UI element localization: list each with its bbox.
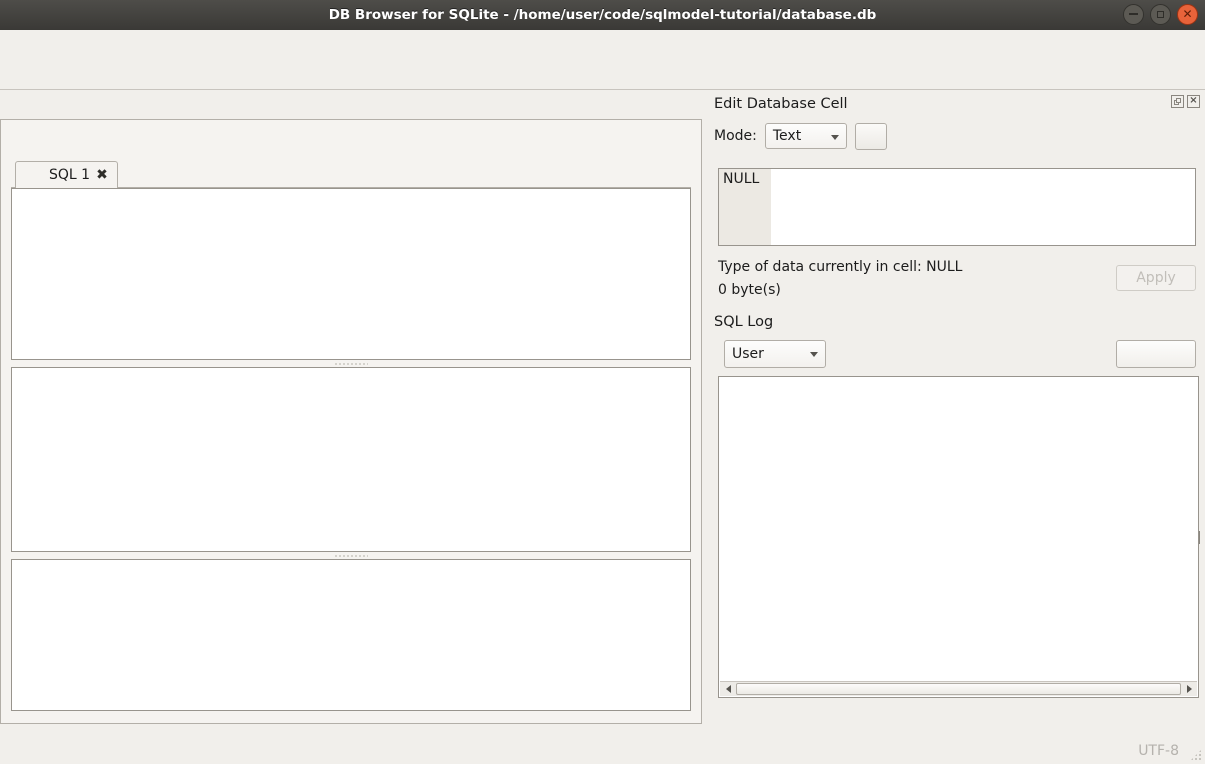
scroll-left-icon[interactable] bbox=[720, 682, 736, 696]
menubar bbox=[0, 30, 1205, 54]
close-dock-icon[interactable]: × bbox=[1187, 95, 1200, 108]
editor-results-splitter[interactable] bbox=[11, 360, 691, 367]
maximize-button[interactable] bbox=[1150, 4, 1171, 25]
sql-editor[interactable] bbox=[11, 188, 691, 360]
mode-combobox[interactable]: Text bbox=[765, 123, 847, 149]
edit-cell-dock-title: Edit Database Cell × bbox=[706, 90, 1205, 114]
sql-editor-tabbar: SQL 1 ✖ bbox=[11, 158, 691, 188]
sql-log-view[interactable] bbox=[718, 376, 1199, 698]
window-title: DB Browser for SQLite - /home/user/code/… bbox=[0, 0, 1205, 30]
results-message-splitter[interactable] bbox=[11, 552, 691, 559]
close-sql-tab-icon[interactable]: ✖ bbox=[96, 168, 108, 182]
sql-log-dock-title: SQL Log × bbox=[706, 308, 1205, 332]
right-dock: Edit Database Cell × Mode: Text NULL Typ… bbox=[706, 90, 1205, 740]
log-horizontal-scrollbar[interactable] bbox=[720, 681, 1197, 696]
scrollbar-thumb[interactable] bbox=[736, 683, 1181, 695]
cell-null-value: NULL bbox=[719, 169, 771, 245]
titlebar[interactable]: DB Browser for SQLite - /home/user/code/… bbox=[0, 0, 1205, 30]
dock-tabs bbox=[706, 708, 708, 735]
float-dock-icon[interactable] bbox=[1171, 95, 1184, 108]
apply-button[interactable]: Apply bbox=[1116, 265, 1196, 291]
db-browser-window: DB Browser for SQLite - /home/user/code/… bbox=[0, 0, 1205, 764]
encoding-indicator[interactable]: UTF-8 bbox=[1138, 743, 1179, 759]
submitter-combobox[interactable]: User bbox=[724, 340, 826, 368]
execute-sql-pane: SQL 1 ✖ bbox=[0, 119, 702, 724]
cell-mode-row: Mode: Text bbox=[714, 120, 1196, 152]
clear-log-button[interactable] bbox=[1116, 340, 1196, 368]
main-toolbar bbox=[0, 54, 1205, 90]
execution-message bbox=[11, 559, 691, 711]
sql-editor-tab[interactable]: SQL 1 ✖ bbox=[15, 161, 118, 188]
main-tabs bbox=[0, 90, 702, 119]
close-button[interactable]: ✕ bbox=[1177, 4, 1198, 25]
statusbar: UTF-8 bbox=[0, 740, 1205, 764]
resize-grip[interactable] bbox=[1190, 749, 1202, 761]
sql-editor-tab-label: SQL 1 bbox=[49, 167, 90, 183]
apply-format-button[interactable] bbox=[855, 123, 887, 150]
cell-value-editor[interactable]: NULL bbox=[718, 168, 1196, 246]
sql-log-filter-row: User bbox=[714, 338, 1196, 370]
results-grid[interactable] bbox=[11, 367, 691, 552]
panel-splitter[interactable] bbox=[698, 94, 705, 738]
mode-label: Mode: bbox=[714, 128, 757, 144]
sql-toolbar bbox=[11, 120, 691, 158]
scroll-right-icon[interactable] bbox=[1181, 682, 1197, 696]
sql-document-icon bbox=[25, 166, 43, 184]
minimize-button[interactable] bbox=[1123, 4, 1144, 25]
cell-size-text: 0 byte(s) bbox=[718, 282, 781, 298]
main-tab-widget: SQL 1 ✖ bbox=[0, 90, 702, 738]
cell-type-text: Type of data currently in cell: NULL bbox=[718, 259, 962, 275]
